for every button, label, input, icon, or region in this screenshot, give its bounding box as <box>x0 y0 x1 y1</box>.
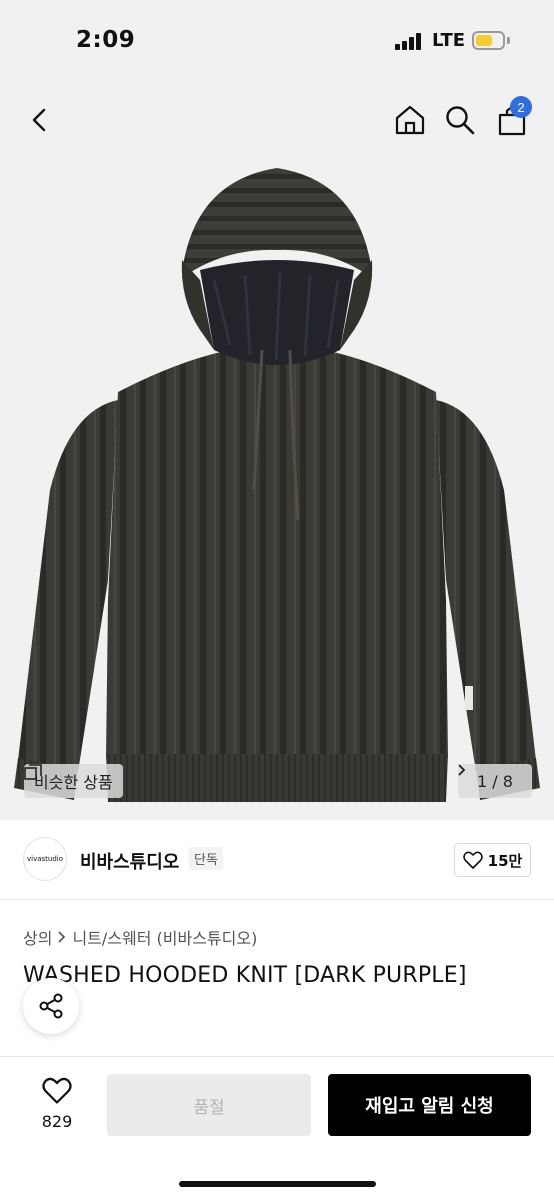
product-image-gallery[interactable]: 비슷한 상품 1 / 8 <box>0 160 554 820</box>
breadcrumb: 상의 니트/스웨터 (비바스튜디오) <box>23 925 257 949</box>
top-nav: 2 <box>0 80 554 160</box>
home-icon <box>395 105 425 135</box>
cart-button[interactable]: 2 <box>490 96 534 142</box>
wishlist-count: 829 <box>41 1112 73 1131</box>
brand-logo[interactable]: vivastudio <box>23 837 67 881</box>
brand-like-count: 15만 <box>487 851 523 870</box>
heart-icon <box>462 851 483 869</box>
image-page-indicator[interactable]: 1 / 8 <box>458 764 532 798</box>
wishlist-button[interactable]: 829 <box>32 1077 82 1131</box>
similar-icon <box>24 764 42 780</box>
restock-alert-button[interactable]: 재입고 알림 신청 <box>328 1074 531 1136</box>
brand-name[interactable]: 비바스튜디오 <box>80 848 179 874</box>
status-bar: 2:09 LTE <box>0 0 554 80</box>
heart-icon <box>42 1077 72 1104</box>
page-indicator-text: 1 / 8 <box>477 771 513 791</box>
soldout-button: 품절 <box>107 1074 311 1136</box>
similar-products-button[interactable]: 비슷한 상품 <box>24 764 123 798</box>
home-indicator <box>179 1181 376 1187</box>
similar-products-label: 비슷한 상품 <box>34 773 113 792</box>
exclusive-badge: 단독 <box>189 847 223 870</box>
search-button[interactable] <box>438 98 482 142</box>
status-time: 2:09 <box>76 27 136 53</box>
share-icon <box>39 993 63 1019</box>
search-icon <box>446 106 475 135</box>
chevron-right-icon <box>458 764 466 776</box>
home-button[interactable] <box>388 98 432 142</box>
back-button[interactable] <box>18 98 62 142</box>
breadcrumb-subcategory[interactable]: 니트/스웨터 (비바스튜디오) <box>72 925 257 949</box>
brand-like-button[interactable]: 15만 <box>454 843 531 877</box>
battery-icon <box>472 31 505 50</box>
bottom-action-bar: 829 품절 재입고 알림 신청 <box>0 1056 554 1200</box>
product-title: WASHED HOODED KNIT [DARK PURPLE] <box>23 963 467 988</box>
breadcrumb-category[interactable]: 상의 <box>23 925 52 949</box>
signal-icon <box>395 33 423 50</box>
product-photo-hoodie <box>14 168 540 802</box>
brand-row: vivastudio 비바스튜디오 단독 15만 <box>0 820 554 900</box>
cart-count-badge: 2 <box>510 96 532 118</box>
back-icon <box>32 108 46 132</box>
network-type: LTE <box>432 30 466 51</box>
share-button[interactable] <box>23 978 79 1034</box>
chevron-right-icon <box>58 931 66 943</box>
